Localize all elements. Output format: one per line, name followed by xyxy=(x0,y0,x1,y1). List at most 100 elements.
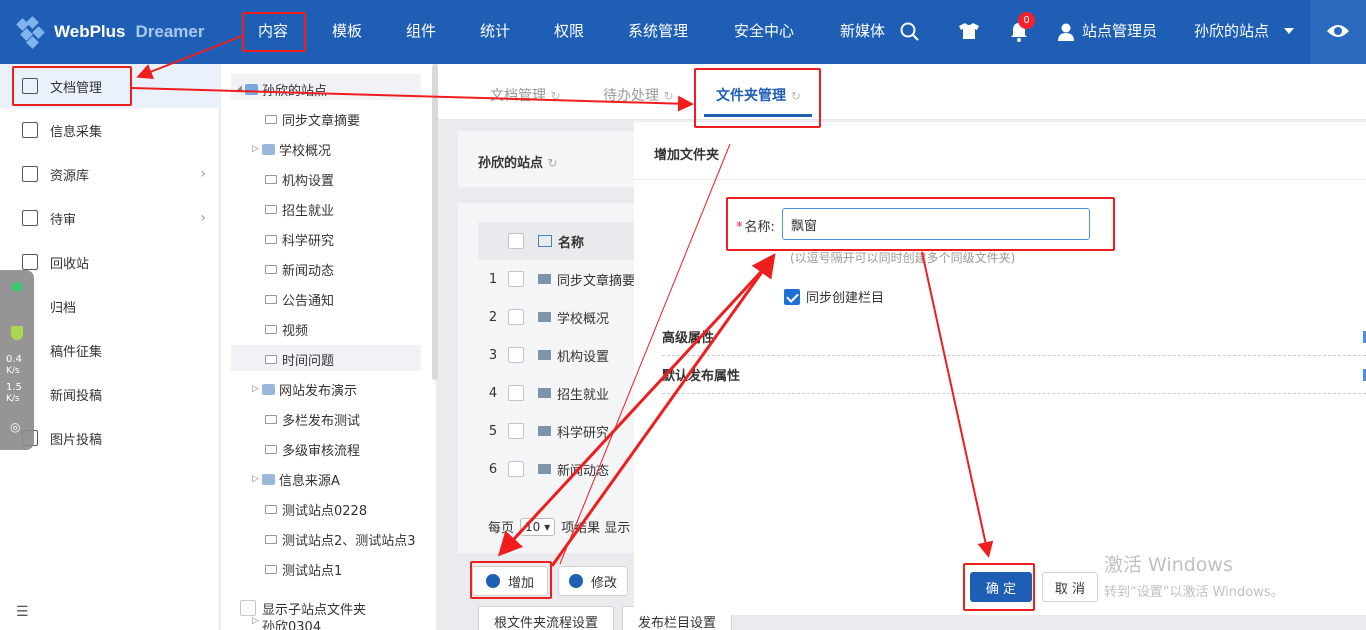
sync-create-column-toggle[interactable]: 同步创建栏目 xyxy=(784,287,884,306)
tree-node[interactable]: 测试站点1 xyxy=(255,557,342,581)
table-icon xyxy=(538,235,552,247)
table-row[interactable]: 2 学校概况 xyxy=(478,298,638,336)
folder-icon xyxy=(265,204,277,214)
nav-templates[interactable]: 模板 xyxy=(332,20,362,41)
search-icon[interactable] xyxy=(900,22,920,42)
nav-permissions[interactable]: 权限 xyxy=(554,20,584,41)
sidebar-item-label: 回收站 xyxy=(50,256,90,272)
tab-bar xyxy=(438,64,1366,120)
default-publish-properties-section[interactable]: 默认发布属性 xyxy=(662,356,1366,394)
nav-system[interactable]: 系统管理 xyxy=(628,20,688,41)
row-checkbox[interactable] xyxy=(508,309,524,325)
upload-unit: K/s xyxy=(6,366,20,376)
tree-node[interactable]: 新闻动态 xyxy=(255,257,334,281)
name-hint: (以逗号隔开可以同时创建多个同级文件夹) xyxy=(790,251,1016,265)
folder-list-header-row: 名称 xyxy=(478,222,638,260)
site-selector[interactable]: 孙欣的站点 xyxy=(1194,20,1269,41)
page-size-select[interactable]: 10 ▾ xyxy=(520,517,556,536)
expand-icon[interactable]: ▷ xyxy=(252,616,262,626)
show-child-sites-toggle[interactable]: 显示子站点文件夹 xyxy=(240,600,435,618)
dialog-title: 增加文件夹 xyxy=(654,148,720,163)
collapse-menu-icon[interactable]: ☰ xyxy=(16,604,29,620)
nav-new-media[interactable]: 新媒体 xyxy=(840,20,885,41)
root-folder-flow-button[interactable]: 根文件夹流程设置 xyxy=(478,606,614,630)
sidebar-item-label: 图片投稿 xyxy=(50,432,103,448)
logo-mark-icon xyxy=(14,16,48,49)
folder-name-input[interactable] xyxy=(782,208,1090,240)
cancel-button[interactable]: 取 消 xyxy=(1042,572,1098,602)
tab-pending-tasks[interactable]: 待办处理 ↻ xyxy=(603,85,674,105)
logo-text: WebPlus xyxy=(54,22,126,41)
tab-document-management[interactable]: 文档管理 ↻ xyxy=(490,85,561,105)
add-button[interactable]: 增加 xyxy=(472,566,548,596)
caret-down-icon[interactable] xyxy=(1284,28,1294,35)
tree-node[interactable]: ▷ 孙欣0304 xyxy=(252,616,321,630)
tree-node[interactable]: 测试站点2、测试站点3 xyxy=(255,527,416,551)
edit-button[interactable]: 修改 xyxy=(558,566,628,596)
folder-icon xyxy=(265,324,277,334)
tree-node[interactable]: ▷ 学校概况 xyxy=(252,137,331,161)
table-row[interactable]: 5 科学研究 xyxy=(478,412,638,450)
row-checkbox[interactable] xyxy=(508,461,524,477)
tree-node[interactable]: 同步文章摘要 xyxy=(255,107,360,131)
sidebar-item-label: 归档 xyxy=(50,300,77,316)
sync-create-column-checkbox[interactable] xyxy=(784,288,800,305)
tree-node[interactable]: 多栏发布测试 xyxy=(255,407,360,431)
tree-node[interactable]: 测试站点0228 xyxy=(255,497,367,521)
folder-icon xyxy=(538,426,551,436)
sidebar-item-info-collection[interactable]: 信息采集 xyxy=(0,108,220,152)
column-header-name[interactable]: 名称 xyxy=(558,232,584,251)
expand-icon[interactable]: ▷ xyxy=(252,144,262,154)
tree-node[interactable]: 时间问题 xyxy=(255,347,334,371)
table-row[interactable]: 6 新闻动态 xyxy=(478,450,638,488)
nav-content[interactable]: 内容 xyxy=(258,20,288,41)
tree-node[interactable]: 科学研究 xyxy=(255,227,334,251)
expand-icon[interactable]: ▷ xyxy=(252,384,262,394)
select-all-checkbox[interactable] xyxy=(508,233,524,249)
tree-node[interactable]: 招生就业 xyxy=(255,197,334,221)
sidebar-item-resource-library[interactable]: 资源库 › xyxy=(0,152,220,196)
nav-components[interactable]: 组件 xyxy=(406,20,436,41)
sidebar-item-document-management[interactable]: 文档管理 xyxy=(0,64,220,108)
nav-security[interactable]: 安全中心 xyxy=(734,20,794,41)
table-row[interactable]: 1 同步文章摘要 xyxy=(478,260,638,298)
tree-node[interactable]: 公告通知 xyxy=(255,287,334,311)
tree-node[interactable]: 视频 xyxy=(255,317,308,341)
tree-node[interactable]: 多级审核流程 xyxy=(255,437,360,461)
sidebar-item-pending-review[interactable]: 待审 › xyxy=(0,196,220,240)
advanced-properties-section[interactable]: 高级属性 xyxy=(662,318,1366,356)
folder-site-icon xyxy=(262,473,275,485)
sidebar-item-label: 文档管理 xyxy=(50,80,103,96)
tree-node[interactable]: ▷ 网站发布演示 xyxy=(252,377,357,401)
table-row[interactable]: 3 机构设置 xyxy=(478,336,638,374)
sidebar-item-label: 新闻投稿 xyxy=(50,388,103,404)
folder-icon xyxy=(265,354,277,364)
tree-node[interactable]: 机构设置 xyxy=(255,167,334,191)
confirm-button[interactable]: 确 定 xyxy=(970,572,1032,602)
theme-shirt-icon[interactable] xyxy=(958,22,980,40)
camera-icon: ◎ xyxy=(10,420,21,434)
table-row[interactable]: 4 招生就业 xyxy=(478,374,638,412)
tree-node[interactable]: ▷ 信息来源A xyxy=(252,467,340,491)
tab-folder-management[interactable]: 文件夹管理 ↻ xyxy=(716,85,801,105)
expand-icon[interactable]: ▷ xyxy=(252,474,262,484)
expand-icon[interactable]: ◢ xyxy=(235,84,245,94)
plus-circle-icon xyxy=(485,574,500,588)
network-speed-widget[interactable]: 0.4 K/s 1.5 K/s ◎ xyxy=(0,270,34,450)
windows-activation-watermark: 激活 Windows 转到“设置”以激活 Windows。 xyxy=(1104,554,1284,600)
folder-icon xyxy=(538,350,551,360)
nav-statistics[interactable]: 统计 xyxy=(480,20,510,41)
preview-area[interactable] xyxy=(1310,0,1366,64)
sidebar-item-label: 待审 xyxy=(50,212,77,228)
row-checkbox[interactable] xyxy=(508,347,524,363)
user-name[interactable]: 站点管理员 xyxy=(1082,20,1157,41)
row-checkbox[interactable] xyxy=(508,423,524,439)
row-checkbox[interactable] xyxy=(508,271,524,287)
box-icon xyxy=(22,166,38,182)
folder-icon xyxy=(265,294,277,304)
show-child-sites-checkbox[interactable] xyxy=(240,600,256,616)
refresh-icon[interactable]: ↻ xyxy=(548,156,558,170)
row-checkbox[interactable] xyxy=(508,385,524,401)
eye-icon[interactable] xyxy=(1326,22,1350,40)
tree-node-root[interactable]: ◢ 孙欣的站点 xyxy=(235,77,327,101)
